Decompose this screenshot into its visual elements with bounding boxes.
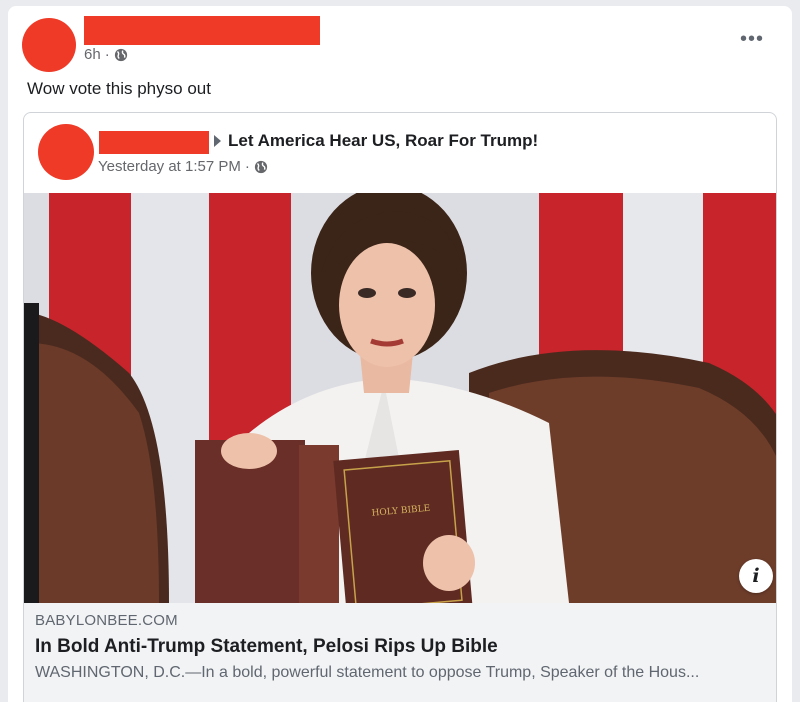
facebook-post: 6h · ••• Wow vote this physo out Let Ame… xyxy=(8,6,792,702)
shared-name-redacted[interactable] xyxy=(99,131,209,154)
info-icon[interactable]: i xyxy=(739,559,773,593)
post-time[interactable]: 6h xyxy=(84,46,101,63)
link-domain: BABYLONBEE.COM xyxy=(35,612,178,629)
meta-separator: · xyxy=(244,158,250,175)
link-description: WASHINGTON, D.C.—In a bold, powerful sta… xyxy=(35,664,700,681)
link-preview-image[interactable]: HOLY BIBLE i xyxy=(24,193,776,603)
globe-icon xyxy=(114,48,127,61)
shared-post[interactable]: Let America Hear US, Roar For Trump! Yes… xyxy=(23,112,777,702)
link-headline[interactable]: In Bold Anti-Trump Statement, Pelosi Rip… xyxy=(35,636,498,658)
flag-and-podium-illustration: HOLY BIBLE xyxy=(24,193,776,603)
caret-right-icon xyxy=(214,135,221,147)
shared-meta: Yesterday at 1:57 PM · xyxy=(98,158,268,175)
group-name[interactable]: Let America Hear US, Roar For Trump! xyxy=(228,131,538,151)
globe-icon xyxy=(254,160,267,173)
link-preview-details[interactable]: BABYLONBEE.COM In Bold Anti-Trump Statem… xyxy=(24,603,776,702)
post-text: Wow vote this physo out xyxy=(27,79,211,98)
poster-avatar-redacted[interactable] xyxy=(22,18,76,72)
post-meta: 6h · xyxy=(84,46,128,63)
shared-avatar-redacted[interactable] xyxy=(38,124,94,180)
more-options-icon[interactable]: ••• xyxy=(740,29,764,49)
shared-time[interactable]: Yesterday at 1:57 PM xyxy=(98,158,241,175)
poster-name-redacted[interactable] xyxy=(84,16,320,45)
meta-separator: · xyxy=(104,46,110,63)
